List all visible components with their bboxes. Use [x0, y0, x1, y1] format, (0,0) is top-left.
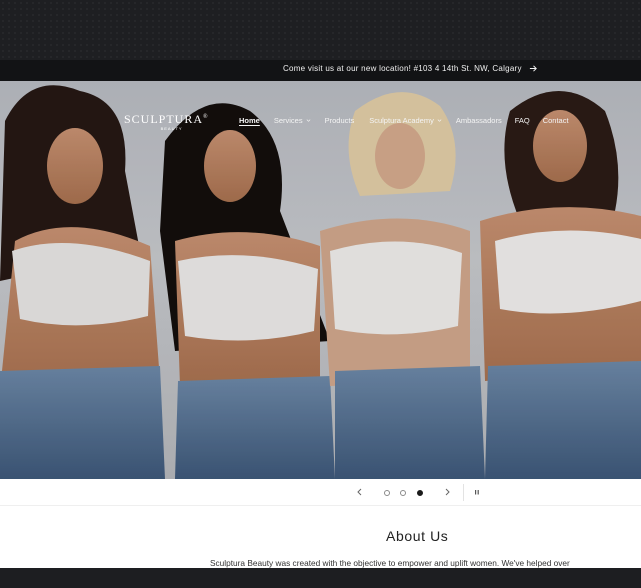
about-section: About Us Sculptura Beauty was created wi…: [0, 506, 641, 568]
main-nav: Home Services Products Sculptura Academy…: [239, 116, 569, 125]
slide-dot-3[interactable]: [417, 490, 423, 496]
hero-slideshow: SCULPTURA® BEAUTY Home Services Products…: [0, 81, 641, 479]
about-title: About Us: [386, 528, 449, 544]
about-text: Sculptura Beauty was created with the ob…: [210, 558, 570, 568]
slide-next-button[interactable]: [442, 487, 452, 497]
slideshow-pause-button[interactable]: [472, 487, 482, 497]
controls-divider: [463, 484, 464, 501]
slide-prev-button[interactable]: [355, 487, 365, 497]
nav-ambassadors[interactable]: Ambassadors: [456, 116, 502, 125]
site-header: SCULPTURA® BEAUTY Home Services Products…: [0, 81, 641, 141]
nav-products[interactable]: Products: [325, 116, 355, 125]
arrow-right-icon: [529, 65, 537, 72]
site-logo[interactable]: SCULPTURA® BEAUTY: [124, 111, 209, 131]
nav-home[interactable]: Home: [239, 116, 260, 125]
nav-faq[interactable]: FAQ: [515, 116, 530, 125]
chevron-down-icon: [437, 119, 442, 122]
chevron-left-icon: [357, 488, 362, 496]
bottom-dark-band: [0, 568, 641, 588]
logo-wordmark: SCULPTURA®: [124, 112, 209, 126]
logo-subtitle: BEAUTY: [160, 126, 183, 131]
announcement-text: Come visit us at our new location! #103 …: [283, 64, 522, 73]
nav-contact[interactable]: Contact: [543, 116, 569, 125]
announcement-link[interactable]: Come visit us at our new location! #103 …: [283, 64, 538, 73]
pause-icon: [475, 490, 479, 495]
chevron-right-icon: [445, 488, 450, 496]
slideshow-controls: [0, 479, 641, 506]
nav-sculptura-academy[interactable]: Sculptura Academy: [369, 116, 442, 125]
nav-services[interactable]: Services: [274, 116, 311, 125]
chevron-down-icon: [306, 119, 311, 122]
announcement-bar: Come visit us at our new location! #103 …: [0, 60, 641, 81]
page: Come visit us at our new location! #103 …: [0, 0, 641, 588]
top-dark-band: [0, 0, 641, 60]
slide-dot-1[interactable]: [384, 490, 390, 496]
slide-dot-2[interactable]: [400, 490, 406, 496]
